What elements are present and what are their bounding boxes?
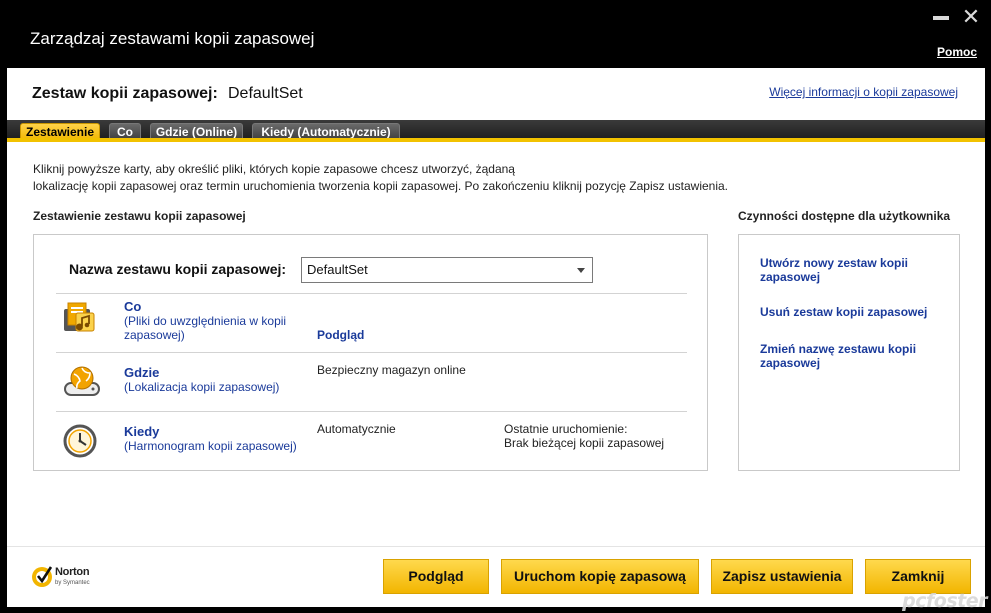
row-where-title[interactable]: Gdzie [124,365,159,380]
row-where-subtitle[interactable]: (Lokalizacja kopii zapasowej) [124,380,314,394]
create-set-link[interactable]: Utwórz nowy zestaw kopii zapasowej [760,256,945,284]
preview-link[interactable]: Podgląd [317,328,364,342]
backup-set-value: DefaultSet [228,85,303,102]
norton-brand: Norton [55,566,90,578]
divider [56,411,687,412]
last-run-value: Brak bieżącej kopii zapasowej [504,436,665,450]
last-run-label: Ostatnie uruchomienie: [504,422,628,436]
actions-panel: Utwórz nowy zestaw kopii zapasowej Usuń … [738,234,960,471]
set-name-select[interactable]: DefaultSet [301,257,593,283]
actions-title: Czynności dostępne dla użytkownika [738,209,951,223]
norton-check-icon [32,566,53,587]
intro-text: Kliknij powyższe karty, aby określić pli… [33,161,793,195]
run-backup-button[interactable]: Uruchom kopię zapasową [501,559,699,594]
divider [56,293,687,294]
preview-button[interactable]: Podgląd [383,559,489,594]
window-titlebar: Zarządzaj zestawami kopii zapasowej ✕ Po… [0,0,991,68]
row-when-title[interactable]: Kiedy [124,424,159,439]
summary-title: Zestawienie zestawu kopii zapasowej [33,209,246,223]
divider [56,352,687,353]
watermark: pcfoster [902,590,987,612]
main-content: Zestaw kopii zapasowej: DefaultSet Więce… [7,68,985,546]
clock-icon [62,423,98,459]
row-when-subtitle[interactable]: (Harmonogram kopii zapasowej) [124,439,314,453]
row-where-value: Bezpieczny magazyn online [317,363,466,377]
norton-logo: Norton by Symantec [31,563,111,593]
close-button[interactable]: Zamknij [865,559,971,594]
summary-panel: Nazwa zestawu kopii zapasowej: DefaultSe… [33,234,708,471]
close-icon[interactable]: ✕ [961,7,981,29]
backup-set-label: Zestaw kopii zapasowej: [32,85,218,102]
rename-set-link[interactable]: Zmień nazwę zestawu kopii zapasowej [760,342,945,370]
intro-line-1: Kliknij powyższe karty, aby określić pli… [33,162,515,176]
row-when-value: Automatycznie [317,422,396,436]
last-run-info: Ostatnie uruchomienie: Brak bieżącej kop… [504,422,664,450]
online-storage-icon [62,363,100,399]
minimize-button[interactable] [932,12,950,26]
norton-brand-sub: by Symantec [55,580,90,586]
more-info-link[interactable]: Więcej informacji o kopii zapasowej [769,85,958,99]
help-link[interactable]: Pomoc [937,45,977,59]
set-name-label: Nazwa zestawu kopii zapasowej: [69,261,287,277]
row-what-subtitle[interactable]: (Pliki do uwzględnienia w kopii zapasowe… [124,314,314,342]
window-title: Zarządzaj zestawami kopii zapasowej [30,29,315,48]
footer: Norton by Symantec Podgląd Uruchom kopię… [7,546,985,607]
chevron-down-icon [577,268,585,273]
set-name-value: DefaultSet [307,262,368,277]
delete-set-link[interactable]: Usuń zestaw kopii zapasowej [760,305,945,319]
files-music-icon [62,299,98,335]
save-settings-button[interactable]: Zapisz ustawienia [711,559,853,594]
tab-underline [7,138,985,142]
row-what-title[interactable]: Co [124,299,141,314]
intro-line-2: lokalizację kopii zapasowej oraz termin … [33,179,729,193]
